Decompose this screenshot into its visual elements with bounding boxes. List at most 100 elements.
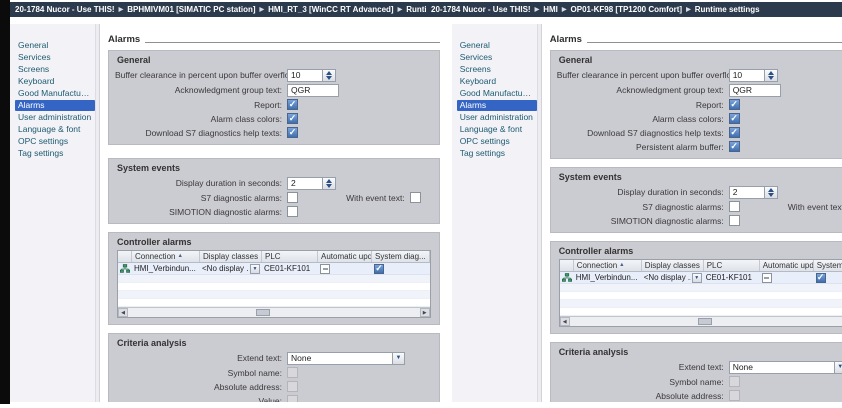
table-row[interactable]: HMI_Verbindun... <No display ... ▼ CE01-… bbox=[560, 272, 842, 284]
ack-group-text-input[interactable] bbox=[287, 84, 339, 97]
s7-diagnostic-alarms-checkbox[interactable] bbox=[729, 201, 740, 212]
scrollbar-thumb[interactable] bbox=[256, 309, 270, 316]
spinner-buttons[interactable] bbox=[765, 69, 778, 82]
download-s7-help-checkbox[interactable] bbox=[287, 127, 298, 138]
automatic-update-checkbox[interactable] bbox=[320, 264, 330, 274]
breadcrumb-segment[interactable]: 20-1784 Nucor - Use THIS! bbox=[15, 5, 115, 14]
spinner-buttons[interactable] bbox=[323, 69, 336, 82]
display-classes-dropdown-button[interactable]: ▼ bbox=[692, 273, 702, 283]
column-header-system-diagnostics[interactable]: System diag... bbox=[372, 251, 430, 262]
sidebar-item-tag-settings[interactable]: Tag settings bbox=[15, 148, 95, 159]
ack-group-text-input[interactable] bbox=[729, 84, 781, 97]
cell-display-classes[interactable]: <No display ... ▼ bbox=[642, 272, 704, 283]
table-empty-row bbox=[118, 299, 430, 307]
cell-plc[interactable]: CE01-KF101 bbox=[262, 263, 318, 274]
sidebar-item-user-administration[interactable]: User administration bbox=[15, 112, 95, 123]
display-classes-value: <No display ... bbox=[644, 273, 691, 282]
system-events-section: System events Display duration in second… bbox=[108, 158, 440, 224]
spinner-buttons[interactable] bbox=[323, 177, 336, 190]
cell-connection[interactable]: HMI_Verbindun... bbox=[574, 272, 642, 283]
report-checkbox[interactable] bbox=[287, 99, 298, 110]
column-header-connection[interactable]: Connection ▲ bbox=[574, 260, 642, 271]
extend-text-dropdown[interactable]: None ▼ bbox=[729, 361, 842, 374]
alarm-class-colors-checkbox[interactable] bbox=[287, 113, 298, 124]
download-s7-help-label: Download S7 diagnostics help texts: bbox=[557, 128, 729, 138]
scrollbar-track[interactable] bbox=[570, 317, 842, 326]
column-header-system-diagnostics[interactable]: System diag... bbox=[814, 260, 842, 271]
dropdown-arrow-icon[interactable]: ▼ bbox=[393, 352, 405, 365]
sidebar-item-screens[interactable]: Screens bbox=[15, 64, 95, 75]
column-header-automatic-update[interactable]: Automatic upd... bbox=[318, 251, 372, 262]
sidebar-item-services[interactable]: Services bbox=[457, 52, 537, 63]
cell-system-diagnostics[interactable] bbox=[814, 272, 842, 283]
column-header-plc[interactable]: PLC bbox=[262, 251, 318, 262]
persistent-alarm-buffer-checkbox[interactable] bbox=[729, 141, 740, 152]
sidebar-item-good-manufacturing[interactable]: Good Manufacturin... bbox=[15, 88, 95, 99]
with-event-text-checkbox[interactable] bbox=[410, 192, 421, 203]
dropdown-arrow-icon[interactable]: ▼ bbox=[835, 361, 842, 374]
cell-display-classes[interactable]: <No display ... ▼ bbox=[200, 263, 262, 274]
breadcrumb-segment[interactable]: HMI bbox=[543, 5, 558, 14]
display-duration-input[interactable] bbox=[729, 186, 765, 199]
scrollbar-thumb[interactable] bbox=[698, 318, 712, 325]
column-header-display-classes[interactable]: Display classes bbox=[200, 251, 262, 262]
display-duration-input[interactable] bbox=[287, 177, 323, 190]
scroll-left-button[interactable]: ◀ bbox=[560, 317, 570, 326]
breadcrumb-segment[interactable]: 20-1784 Nucor - Use THIS! bbox=[431, 5, 531, 14]
report-checkbox[interactable] bbox=[729, 99, 740, 110]
sidebar-item-alarms[interactable]: Alarms bbox=[15, 100, 95, 111]
sidebar-item-general[interactable]: General bbox=[457, 40, 537, 51]
extend-text-dropdown[interactable]: None ▼ bbox=[287, 352, 405, 365]
sidebar-item-alarms[interactable]: Alarms bbox=[457, 100, 537, 111]
general-section-title: General bbox=[117, 55, 431, 65]
sidebar-item-keyboard[interactable]: Keyboard bbox=[15, 76, 95, 87]
sidebar-item-general[interactable]: General bbox=[15, 40, 95, 51]
simotion-diagnostic-alarms-checkbox[interactable] bbox=[287, 206, 298, 217]
buffer-clearance-input[interactable] bbox=[729, 69, 765, 82]
sidebar-item-language-font[interactable]: Language & font bbox=[457, 124, 537, 135]
alarm-class-colors-checkbox[interactable] bbox=[729, 113, 740, 124]
display-classes-dropdown-button[interactable]: ▼ bbox=[250, 264, 260, 274]
sidebar-item-user-administration[interactable]: User administration bbox=[457, 112, 537, 123]
breadcrumb-segment[interactable]: OP01-KF98 [TP1200 Comfort] bbox=[571, 5, 683, 14]
scroll-right-button[interactable]: ▶ bbox=[420, 308, 430, 317]
sidebar-item-opc-settings[interactable]: OPC settings bbox=[457, 136, 537, 147]
automatic-update-checkbox[interactable] bbox=[762, 273, 772, 283]
system-diagnostics-checkbox[interactable] bbox=[816, 273, 826, 283]
scrollbar-track[interactable] bbox=[128, 308, 420, 317]
download-s7-help-checkbox[interactable] bbox=[729, 127, 740, 138]
cell-automatic-update[interactable] bbox=[760, 272, 814, 283]
column-header-automatic-update[interactable]: Automatic upd... bbox=[760, 260, 814, 271]
sidebar-item-language-font[interactable]: Language & font bbox=[15, 124, 95, 135]
table-row[interactable]: HMI_Verbindun... <No display ... ▼ CE01-… bbox=[118, 263, 430, 275]
buffer-clearance-input[interactable] bbox=[287, 69, 323, 82]
sidebar-item-keyboard[interactable]: Keyboard bbox=[457, 76, 537, 87]
sidebar-item-good-manufacturing[interactable]: Good Manufacturin... bbox=[457, 88, 537, 99]
cell-plc[interactable]: CE01-KF101 bbox=[704, 272, 760, 283]
sidebar-item-tag-settings[interactable]: Tag settings bbox=[457, 148, 537, 159]
sidebar-item-services[interactable]: Services bbox=[15, 52, 95, 63]
column-header-display-classes[interactable]: Display classes bbox=[642, 260, 704, 271]
breadcrumb-segment[interactable]: BPHMIVM01 [SIMATIC PC station] bbox=[127, 5, 255, 14]
row-selector-cell[interactable] bbox=[560, 272, 574, 283]
sidebar-item-screens[interactable]: Screens bbox=[457, 64, 537, 75]
row-selector-cell[interactable] bbox=[118, 263, 132, 274]
table-horizontal-scrollbar[interactable]: ◀ ▶ bbox=[118, 307, 430, 317]
system-diagnostics-checkbox[interactable] bbox=[374, 264, 384, 274]
column-header-connection[interactable]: Connection ▲ bbox=[132, 251, 200, 262]
s7-diagnostic-alarms-checkbox[interactable] bbox=[287, 192, 298, 203]
table-header-row: Connection ▲ Display classes PLC Automat… bbox=[118, 251, 430, 263]
sidebar-item-opc-settings[interactable]: OPC settings bbox=[15, 136, 95, 147]
simotion-diagnostic-alarms-checkbox[interactable] bbox=[729, 215, 740, 226]
column-header-plc[interactable]: PLC bbox=[704, 260, 760, 271]
breadcrumb-segment[interactable]: Runtime settings bbox=[406, 5, 426, 14]
scroll-left-button[interactable]: ◀ bbox=[118, 308, 128, 317]
cell-connection[interactable]: HMI_Verbindun... bbox=[132, 263, 200, 274]
report-label: Report: bbox=[557, 100, 729, 110]
spinner-buttons[interactable] bbox=[765, 186, 778, 199]
cell-automatic-update[interactable] bbox=[318, 263, 372, 274]
breadcrumb-segment[interactable]: HMI_RT_3 [WinCC RT Advanced] bbox=[268, 5, 393, 14]
table-horizontal-scrollbar[interactable]: ◀ ▶ bbox=[560, 316, 842, 326]
cell-system-diagnostics[interactable] bbox=[372, 263, 430, 274]
breadcrumb-segment[interactable]: Runtime settings bbox=[695, 5, 760, 14]
